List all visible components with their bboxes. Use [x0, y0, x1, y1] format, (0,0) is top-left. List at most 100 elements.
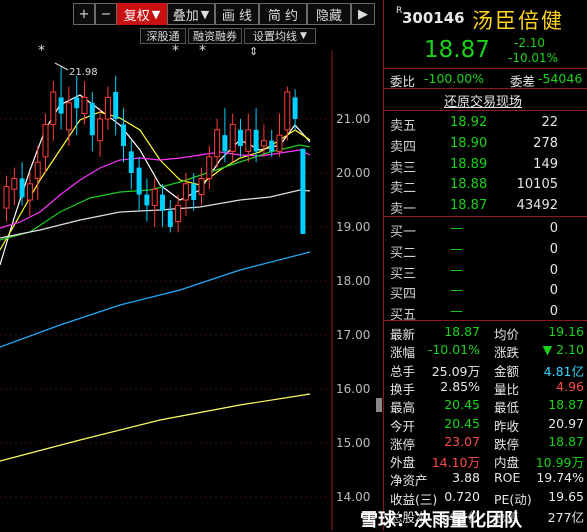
stat-value: 4.96	[556, 378, 584, 394]
sell-label: 卖五	[390, 119, 417, 134]
candle-body	[74, 97, 80, 109]
candle-body	[81, 96, 88, 115]
candle-body	[260, 140, 267, 147]
sell-row[interactable]: 卖一 18.87 43492	[390, 196, 580, 218]
stat-row: 涨幅 -10.01% 涨跌 ▼ 2.10	[390, 341, 584, 361]
stock-code: 300146	[402, 9, 465, 27]
stat-row: 换手 2.85% 量比 4.96	[390, 378, 584, 397]
y-tick-label: 17.00	[336, 328, 371, 342]
sell-label: 卖四	[390, 139, 417, 155]
candle-body	[175, 204, 182, 223]
stat-value: 18.87	[444, 324, 480, 339]
stat-row: 外盘 14.10万 内盘 10.99万	[390, 451, 584, 471]
stat-value: -10.01%	[427, 342, 480, 358]
candle-body	[97, 118, 104, 142]
candle-body	[50, 91, 57, 125]
candle-body	[26, 183, 33, 201]
sell-row[interactable]: 卖二 18.88 10105	[390, 175, 580, 197]
weibi-label: 委比	[390, 74, 416, 89]
buy-volume: 0	[549, 221, 558, 236]
gridlines	[0, 118, 330, 498]
y-tick-label: 16.00	[336, 382, 371, 396]
candle-body	[222, 135, 228, 152]
y-tick-label: 14.00	[336, 490, 371, 504]
stat-row: 净资产 3.88 ROE 19.74%	[390, 469, 584, 489]
stat-label: 均价	[494, 327, 520, 342]
sell-row[interactable]: 卖四 18.90 278	[390, 134, 580, 155]
stat-label: 内盘	[494, 455, 520, 471]
candle-body	[19, 178, 25, 198]
candle-body	[89, 102, 95, 136]
candle-body	[144, 194, 150, 206]
stat-value: 277亿	[547, 510, 584, 525]
replay-trading-link[interactable]: 还原交易现场	[444, 91, 522, 110]
stat-value: 19.65	[548, 488, 584, 504]
sell-row[interactable]: 卖三 18.89 149	[390, 155, 580, 176]
stat-label: 涨幅	[390, 345, 416, 361]
sell-row[interactable]: 卖五 18.92 22	[390, 113, 580, 134]
buy-price: —	[450, 283, 463, 299]
candle-body	[276, 134, 283, 152]
buy-row[interactable]: 买一 — 0	[390, 219, 580, 240]
sell-label: 卖一	[390, 202, 417, 218]
candle-body	[121, 124, 126, 146]
stat-label: 量比	[494, 381, 520, 397]
stat-value: 4.81亿	[543, 363, 584, 379]
buy-row[interactable]: 买二 — 0	[390, 240, 580, 261]
stat-value: 14.10万	[431, 455, 480, 471]
buy-row[interactable]: 买三 — 0	[390, 261, 580, 282]
candle-body	[136, 167, 142, 195]
sell-price: 18.92	[450, 115, 488, 130]
stat-label: 今开	[390, 418, 416, 434]
candle-body	[182, 183, 189, 201]
buy-volume: 0	[549, 283, 558, 299]
stat-value: 20.97	[548, 415, 584, 431]
stat-row: 总手 25.09万 金额 4.81亿	[390, 360, 584, 379]
stat-value: 19.16	[548, 324, 584, 339]
buy-price: —	[450, 221, 463, 236]
candle-body	[238, 129, 243, 146]
buy-label: 买四	[390, 287, 417, 303]
stat-label: 换手	[390, 381, 416, 397]
sell-volume: 149	[533, 156, 558, 172]
candle-body	[3, 186, 10, 209]
watermark: 雪球：决雨量化团队	[360, 510, 522, 531]
stat-row: 最高 20.45 最低 18.87	[390, 396, 584, 416]
stat-label: ROE	[494, 470, 521, 486]
buy-volume: 0	[549, 241, 558, 257]
ma250-line	[0, 393, 311, 462]
chart-scroll-handle[interactable]	[376, 398, 382, 412]
sell-volume: 22	[541, 115, 558, 130]
candle-body	[245, 129, 252, 152]
kline-chart[interactable]: * * * ⇕ 21.98	[0, 0, 383, 531]
y-tick-label: 20.00	[336, 166, 371, 180]
y-tick-label: 19.00	[336, 220, 371, 234]
buy-row[interactable]: 买四 — 0	[390, 281, 580, 303]
candle-body	[113, 92, 119, 119]
stat-label: 金额	[494, 363, 520, 379]
event-markers: * * * ⇕	[38, 43, 258, 59]
candle-body	[34, 161, 41, 179]
sell-volume: 278	[533, 135, 558, 151]
candle-body	[104, 96, 111, 120]
stat-row: 最新 18.87 均价 19.16	[390, 323, 584, 342]
sell-label: 卖二	[390, 181, 417, 197]
stat-label: 最低	[494, 400, 520, 416]
candle-body	[269, 140, 275, 152]
candle-body	[229, 123, 236, 152]
panel-divider	[384, 216, 587, 217]
stat-label: 净资产	[390, 473, 428, 489]
stat-value: 0.720	[444, 488, 480, 504]
high-price-label: 21.98	[69, 67, 98, 78]
candle-body	[214, 129, 221, 158]
sell-price: 18.88	[450, 177, 488, 193]
stat-label: PE(动)	[494, 491, 532, 507]
candle-body	[292, 97, 298, 119]
y-tick-label: 18.00	[336, 274, 371, 288]
quote-panel: R 300146 汤臣倍健 18.87 -2.10 -10.01% 委比 -10…	[383, 0, 587, 531]
sell-volume: 43492	[516, 198, 558, 214]
candle-body	[206, 156, 213, 179]
candle-body	[65, 102, 72, 131]
sell-volume: 10105	[516, 177, 558, 193]
stat-value: 18.87	[548, 433, 584, 449]
